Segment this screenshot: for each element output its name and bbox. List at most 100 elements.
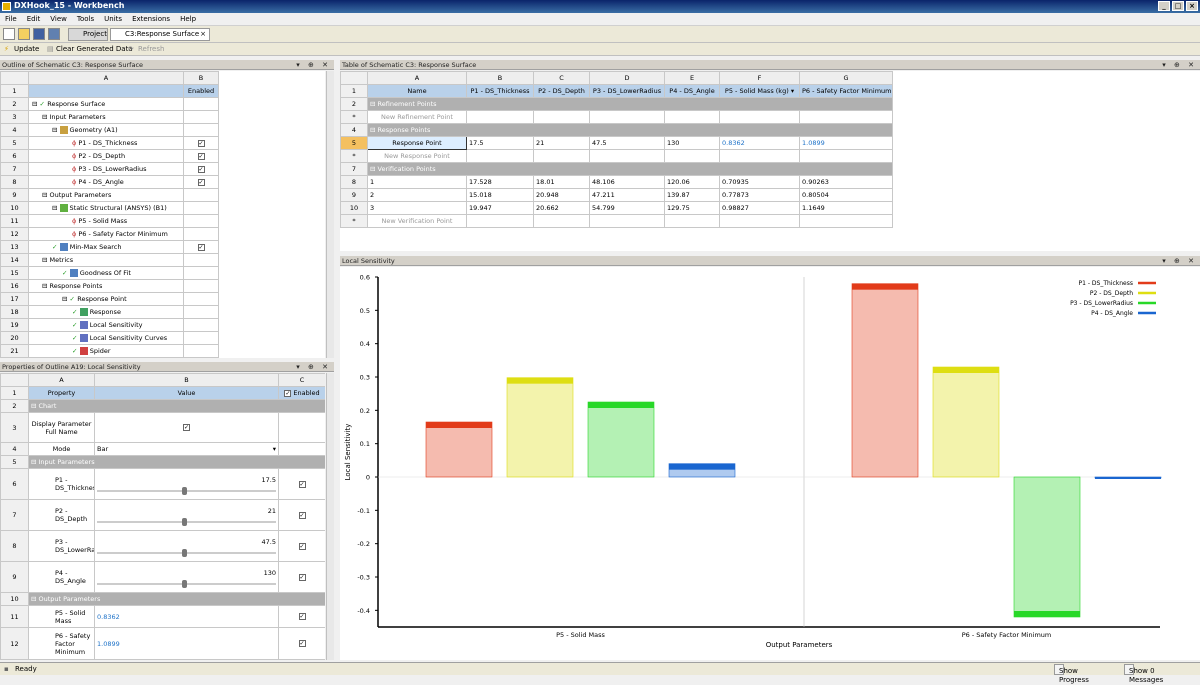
outline-row[interactable]: 15 ✓ Goodness Of Fit bbox=[0, 266, 219, 280]
outline-row[interactable]: 9 ⊟ Output Parameters bbox=[0, 188, 219, 202]
p2-enabled-checkbox[interactable]: ✓ bbox=[298, 511, 306, 519]
outline-scrollbar[interactable] bbox=[326, 71, 334, 358]
panel-controls-icon[interactable]: ▾ ⊕ ✕ bbox=[1162, 60, 1197, 70]
save-icon[interactable] bbox=[33, 28, 45, 40]
p3-enabled-checkbox[interactable]: ✓ bbox=[298, 542, 306, 550]
column-letter[interactable]: A bbox=[367, 71, 467, 85]
column-header[interactable]: Name bbox=[367, 84, 467, 98]
column-header[interactable]: P3 - DS_LowerRadius bbox=[589, 84, 665, 98]
p4-enabled-checkbox[interactable]: ✓ bbox=[298, 573, 306, 581]
collapse-icon[interactable]: ⊟ bbox=[42, 256, 50, 264]
table-cell[interactable]: 139.87 bbox=[664, 188, 720, 202]
table-cell[interactable]: 0.8362 bbox=[719, 136, 800, 150]
p6-enabled-checkbox[interactable]: ✓ bbox=[298, 640, 306, 647]
p4-slider[interactable]: 130 bbox=[94, 561, 279, 593]
column-header[interactable]: P5 - Solid Mass (kg) ▾ bbox=[719, 84, 800, 98]
show-messages-button[interactable]: Show 0 Messages bbox=[1124, 664, 1163, 684]
new-icon[interactable] bbox=[3, 28, 15, 40]
chevron-down-icon[interactable]: ▾ bbox=[273, 445, 276, 453]
menu-units[interactable]: Units bbox=[99, 13, 127, 26]
outline-row[interactable]: 5ϕ P1 - DS_Thickness ✓ bbox=[0, 136, 219, 150]
tab-project[interactable]: Project bbox=[68, 28, 108, 41]
slider-thumb[interactable] bbox=[182, 549, 187, 557]
column-letter[interactable]: E bbox=[664, 71, 720, 85]
column-letter[interactable]: B bbox=[466, 71, 534, 85]
collapse-icon[interactable]: ⊟ bbox=[370, 100, 378, 108]
p5-enabled-checkbox[interactable]: ✓ bbox=[298, 613, 306, 620]
outline-col-a[interactable]: A bbox=[28, 71, 184, 85]
table-cell[interactable]: 129.75 bbox=[664, 201, 720, 215]
new-refinement-point-row[interactable]: * New Refinement Point bbox=[340, 110, 893, 124]
outline-row[interactable]: 7ϕ P3 - DS_LowerRadius ✓ bbox=[0, 162, 219, 176]
table-cell[interactable]: 130 bbox=[664, 136, 720, 150]
table-cell[interactable]: 20.948 bbox=[533, 188, 590, 202]
new-verification-point-row[interactable]: * New Verification Point bbox=[340, 214, 893, 228]
collapse-icon[interactable]: ⊟ bbox=[42, 191, 50, 199]
outline-row[interactable]: 20 ✓ Local Sensitivity Curves bbox=[0, 331, 219, 345]
column-header[interactable]: P1 - DS_Thickness bbox=[466, 84, 534, 98]
slider-thumb[interactable] bbox=[182, 487, 187, 495]
outline-row[interactable]: 18 ✓ Response bbox=[0, 305, 219, 319]
table-cell[interactable]: 0.98827 bbox=[719, 201, 800, 215]
outline-row[interactable]: 13 ✓ Min-Max Search ✓ bbox=[0, 240, 219, 254]
mode-dropdown[interactable]: Bar ▾ bbox=[94, 442, 279, 456]
menu-tools[interactable]: Tools bbox=[72, 13, 99, 26]
collapse-icon[interactable]: ⊟ bbox=[370, 126, 378, 134]
column-letter[interactable]: F bbox=[719, 71, 800, 85]
p1-slider[interactable]: 17.5 bbox=[94, 468, 279, 500]
collapse-icon[interactable]: ⊟ bbox=[42, 113, 50, 121]
table-cell[interactable]: 2 bbox=[367, 188, 467, 202]
enabled-checkbox[interactable]: ✓ bbox=[284, 389, 292, 397]
collapse-icon[interactable]: ⊟ bbox=[32, 100, 40, 108]
refresh-button[interactable]: Refresh bbox=[138, 45, 164, 53]
table-cell[interactable]: 20.662 bbox=[533, 201, 590, 215]
row-enabled-checkbox[interactable]: ✓ bbox=[197, 178, 205, 186]
menu-edit[interactable]: Edit bbox=[22, 13, 46, 26]
p1-enabled-checkbox[interactable]: ✓ bbox=[298, 480, 306, 488]
column-letter[interactable]: C bbox=[533, 71, 590, 85]
save-as-icon[interactable] bbox=[48, 28, 60, 40]
outline-row[interactable]: 16 ⊟ Response Points bbox=[0, 279, 219, 293]
menu-extensions[interactable]: Extensions bbox=[127, 13, 175, 26]
column-letter[interactable]: D bbox=[589, 71, 665, 85]
column-header[interactable]: P2 - DS_Depth bbox=[533, 84, 590, 98]
verification-row[interactable]: 10 3 19.947 20.662 54.799 129.75 0.98827 1.1649 bbox=[340, 201, 893, 215]
table-cell[interactable]: 54.799 bbox=[589, 201, 665, 215]
response-point-row[interactable]: 5 Response Point 17.5 21 47.5 130 0.8362 1.0899 bbox=[340, 136, 893, 150]
slider-thumb[interactable] bbox=[182, 580, 187, 588]
outline-row[interactable]: 11 ϕ P5 - Solid Mass bbox=[0, 214, 219, 228]
row-enabled-checkbox[interactable]: ✓ bbox=[197, 152, 205, 160]
column-header[interactable]: P6 - Safety Factor Minimum bbox=[799, 84, 893, 98]
maximize-button[interactable]: □ bbox=[1172, 1, 1184, 11]
table-cell[interactable]: 17.5 bbox=[466, 136, 534, 150]
properties-scrollbar[interactable] bbox=[326, 373, 334, 660]
outline-col-b[interactable]: B bbox=[183, 71, 219, 85]
collapse-icon[interactable]: ⊟ bbox=[62, 295, 70, 303]
column-letter[interactable]: G bbox=[799, 71, 893, 85]
column-header[interactable]: P4 - DS_Angle bbox=[664, 84, 720, 98]
row-enabled-checkbox[interactable]: ✓ bbox=[197, 243, 205, 251]
table-cell[interactable]: 47.5 bbox=[589, 136, 665, 150]
table-cell[interactable]: 0.70935 bbox=[719, 175, 800, 189]
outline-row[interactable]: 2 ⊟ ✓ Response Surface bbox=[0, 97, 219, 111]
outline-row[interactable]: 1 Enabled bbox=[0, 84, 219, 98]
new-response-point-row[interactable]: * New Response Point bbox=[340, 149, 893, 163]
p3-slider[interactable]: 47.5 bbox=[94, 530, 279, 562]
menu-view[interactable]: View bbox=[45, 13, 72, 26]
outline-row[interactable]: 8ϕ P4 - DS_Angle ✓ bbox=[0, 175, 219, 189]
table-cell[interactable]: 18.01 bbox=[533, 175, 590, 189]
collapse-icon[interactable]: ⊟ bbox=[52, 126, 60, 134]
tab-response-surface[interactable]: C3:Response Surface × bbox=[110, 28, 210, 41]
table-cell[interactable]: 47.211 bbox=[589, 188, 665, 202]
table-cell[interactable]: 0.90263 bbox=[799, 175, 893, 189]
p2-slider[interactable]: 21 bbox=[94, 499, 279, 531]
open-icon[interactable] bbox=[18, 28, 30, 40]
panel-controls-icon[interactable]: ▾ ⊕ ✕ bbox=[296, 60, 331, 70]
table-cell[interactable]: 3 bbox=[367, 201, 467, 215]
collapse-icon[interactable]: ⊟ bbox=[370, 165, 378, 173]
outline-row[interactable]: 3 ⊟ Input Parameters bbox=[0, 110, 219, 124]
table-cell[interactable]: 0.77873 bbox=[719, 188, 800, 202]
display-full-name-checkbox[interactable]: ✓ bbox=[183, 424, 190, 431]
outline-row[interactable]: 10 ⊟ Static Structural (ANSYS) (B1) bbox=[0, 201, 219, 215]
outline-row[interactable]: 12 ϕ P6 - Safety Factor Minimum bbox=[0, 227, 219, 241]
